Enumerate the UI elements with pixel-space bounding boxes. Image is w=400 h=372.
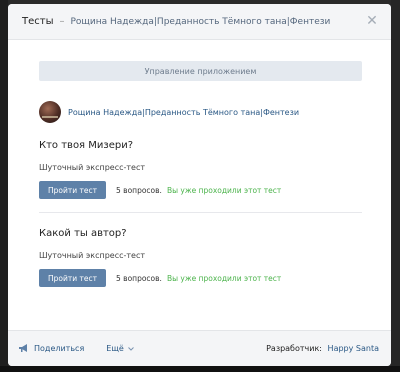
test-card: Какой ты автор? Шуточный экспресс-тест П… (39, 228, 281, 287)
test-subtitle: Шуточный экспресс-тест (39, 251, 146, 260)
share-label: Поделиться (34, 344, 85, 353)
test-title: Кто твоя Мизери? (39, 140, 134, 151)
modal-title: Тесты (22, 16, 54, 27)
passed-status: Вы уже проходили этот тест (166, 273, 282, 283)
page-backdrop-left (0, 0, 8, 372)
developer-label: Разработчик: (266, 344, 322, 353)
test-actions: Пройти тест 5 вопросов. Вы уже проходили… (39, 269, 281, 287)
more-label: Ещё (106, 344, 124, 353)
author-row[interactable]: Рощина Надежда|Преданность Тёмного тана|… (39, 101, 299, 123)
title-separator: – (59, 16, 65, 27)
chevron-down-icon (127, 346, 134, 351)
modal-header: Тесты – Рощина Надежда|Преданность Тёмно… (8, 4, 391, 40)
test-card: Кто твоя Мизери? Шуточный экспресс-тест … (39, 140, 281, 199)
test-title: Какой ты автор? (39, 228, 127, 239)
developer-link[interactable]: Happy Santa (328, 344, 379, 353)
take-test-button[interactable]: Пройти тест (39, 269, 106, 287)
question-count: 5 вопросов. (116, 273, 162, 283)
test-actions: Пройти тест 5 вопросов. Вы уже проходили… (39, 181, 281, 199)
megaphone-icon (19, 344, 27, 352)
page-backdrop-bottom (0, 366, 400, 372)
divider (39, 212, 362, 213)
app-modal: Тесты – Рощина Надежда|Преданность Тёмно… (8, 4, 391, 366)
modal-subtitle: Рощина Надежда|Преданность Тёмного тана|… (70, 16, 331, 27)
developer-info: Разработчик: Happy Santa (266, 344, 379, 353)
take-test-button[interactable]: Пройти тест (39, 181, 106, 199)
author-name-link[interactable]: Рощина Надежда|Преданность Тёмного тана|… (68, 108, 299, 117)
more-menu-button[interactable]: Ещё (106, 344, 134, 353)
passed-status: Вы уже проходили этот тест (166, 185, 282, 195)
share-button[interactable]: Поделиться (19, 344, 84, 353)
avatar-mark (42, 116, 58, 118)
close-icon[interactable]: ✕ (365, 14, 379, 28)
page-backdrop-right (391, 0, 400, 372)
manage-app-button[interactable]: Управление приложением (39, 61, 362, 81)
question-count: 5 вопросов. (116, 185, 162, 195)
test-subtitle: Шуточный экспресс-тест (39, 163, 146, 172)
avatar[interactable] (39, 101, 61, 123)
modal-footer: Поделиться Ещё Разработчик: Happy Santa (8, 330, 391, 366)
